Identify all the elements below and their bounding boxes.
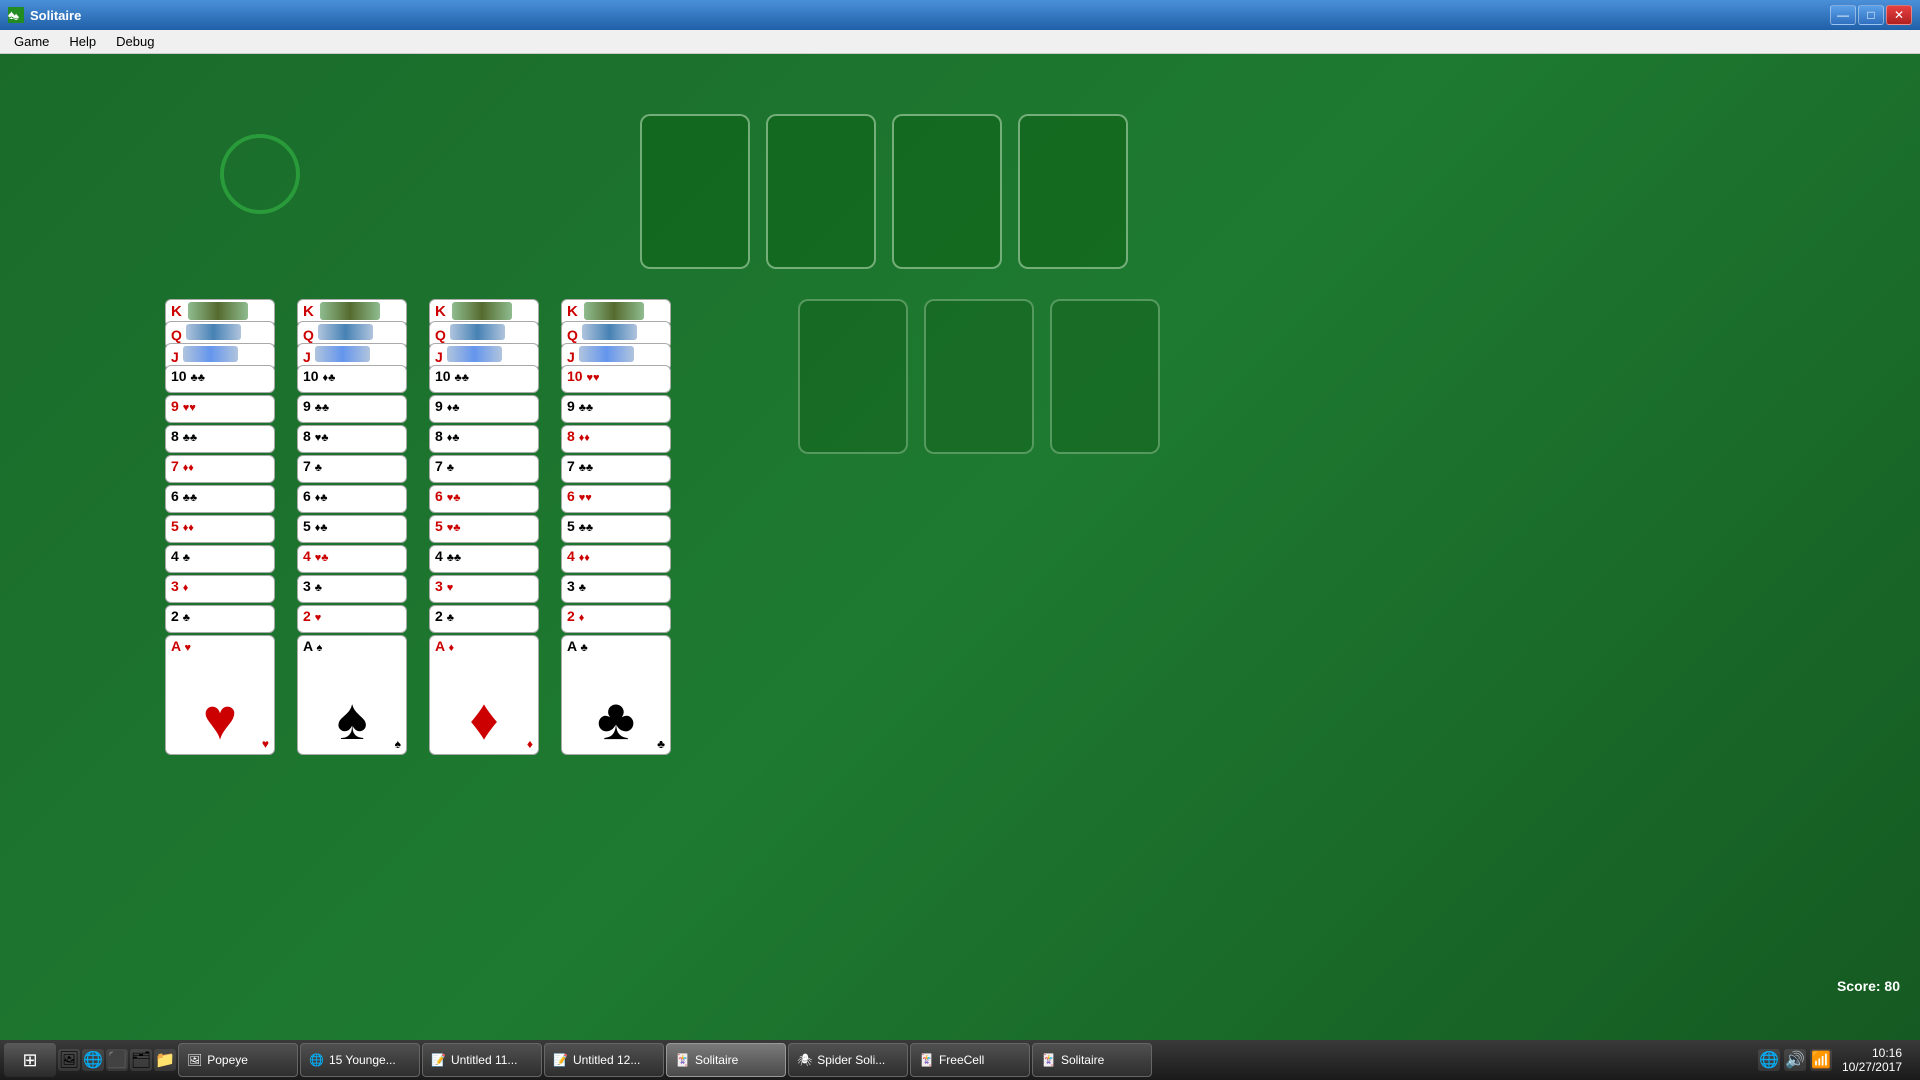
card[interactable]: 5 ♣♣ [561, 515, 671, 543]
tray-signal[interactable]: 📶 [1810, 1049, 1832, 1071]
foundation-slot-2[interactable] [766, 114, 876, 269]
card[interactable]: A ♦♦♦ [429, 635, 539, 755]
card-column-1: KQ J 10 ♣♣9 ♥♥8 ♣♣7 ♦♦6 ♣♣5 ♦♦4 ♣3 ♦2 ♣A… [165, 299, 275, 765]
card[interactable]: 2 ♣ [165, 605, 275, 633]
card[interactable]: A ♠♠♠ [297, 635, 407, 755]
card[interactable]: 6 ♦♣ [297, 485, 407, 513]
tray-sound[interactable]: 🔊 [1784, 1049, 1806, 1071]
foundation-area [640, 114, 1128, 269]
extra-slot-1[interactable] [798, 299, 908, 454]
clock-date: 10/27/2017 [1842, 1060, 1902, 1074]
card[interactable]: 9 ♥♥ [165, 395, 275, 423]
foundation-slot-1[interactable] [640, 114, 750, 269]
taskbar-label-popeye: Popeye [207, 1053, 248, 1067]
taskbar-program-solitaire[interactable]: 🃏Solitaire [666, 1043, 786, 1077]
card[interactable]: 3 ♣ [561, 575, 671, 603]
taskbar-program-popeye[interactable]: 🖼Popeye [178, 1043, 298, 1077]
start-button[interactable]: ⊞ [4, 1043, 56, 1077]
card[interactable]: 8 ♣♣ [165, 425, 275, 453]
menu-game[interactable]: Game [4, 32, 59, 51]
game-area: KQ J 10 ♣♣9 ♥♥8 ♣♣7 ♦♦6 ♣♣5 ♦♦4 ♣3 ♦2 ♣A… [0, 54, 1920, 1040]
taskbar-icon-ie[interactable]: 🌐 [82, 1049, 104, 1071]
taskbar-label-freecell: FreeCell [939, 1053, 984, 1067]
card[interactable]: A ♥♥♥ [165, 635, 275, 755]
window-title: Solitaire [30, 8, 81, 23]
taskbar-icon-explorer[interactable]: 🗂 [130, 1049, 152, 1071]
menu-debug[interactable]: Debug [106, 32, 164, 51]
card[interactable]: 10 ♥♥ [561, 365, 671, 393]
minimize-button[interactable]: — [1830, 5, 1856, 25]
card[interactable]: 9 ♣♣ [561, 395, 671, 423]
taskbar-label-untitled11: Untitled 11... [451, 1053, 517, 1067]
taskbar-program-untitled12[interactable]: 📝Untitled 12... [544, 1043, 664, 1077]
card[interactable]: 5 ♥♣ [429, 515, 539, 543]
taskbar-program-spider[interactable]: 🕷Spider Soli... [788, 1043, 908, 1077]
window-controls: — □ ✕ [1830, 5, 1912, 25]
card[interactable]: 8 ♦♦ [561, 425, 671, 453]
taskbar-program-ie[interactable]: 🌐15 Younge... [300, 1043, 420, 1077]
stock-pile[interactable] [220, 134, 300, 214]
system-tray: 🌐 🔊 📶 10:16 10/27/2017 [1758, 1046, 1916, 1074]
taskbar-label-untitled12: Untitled 12... [573, 1053, 640, 1067]
card[interactable]: 3 ♥ [429, 575, 539, 603]
extra-slots-area [798, 299, 1160, 454]
card[interactable]: 5 ♦♦ [165, 515, 275, 543]
menu-bar: Game Help Debug [0, 30, 1920, 54]
taskbar-icon-popeye[interactable]: 🖼 [58, 1049, 80, 1071]
taskbar-program-freecell[interactable]: 🃏FreeCell [910, 1043, 1030, 1077]
card[interactable]: 3 ♦ [165, 575, 275, 603]
menu-help[interactable]: Help [59, 32, 106, 51]
foundation-slot-3[interactable] [892, 114, 1002, 269]
extra-slot-3[interactable] [1050, 299, 1160, 454]
card[interactable]: 9 ♦♣ [429, 395, 539, 423]
card[interactable]: 5 ♦♣ [297, 515, 407, 543]
app-icon: ♠ [8, 7, 24, 23]
title-bar-left: ♠ Solitaire [8, 7, 81, 23]
taskbar-label-ie: 15 Younge... [329, 1053, 396, 1067]
card-column-2: KQ J 10 ♦♣9 ♣♣8 ♥♣7 ♣6 ♦♣5 ♦♣4 ♥♣3 ♣2 ♥A… [297, 299, 407, 765]
card[interactable]: A ♣♣♣ [561, 635, 671, 755]
card[interactable]: 8 ♥♣ [297, 425, 407, 453]
card[interactable]: 8 ♦♣ [429, 425, 539, 453]
taskbar-label-spider: Spider Soli... [817, 1053, 885, 1067]
card[interactable]: 6 ♣♣ [165, 485, 275, 513]
card[interactable]: 7 ♣♣ [561, 455, 671, 483]
card[interactable]: 6 ♥♥ [561, 485, 671, 513]
taskbar: ⊞ 🖼 🌐 ⬛ 🗂 📁 🖼Popeye 🌐15 Younge... 📝Untit… [0, 1040, 1920, 1080]
card[interactable]: 2 ♣ [429, 605, 539, 633]
clock-time: 10:16 [1842, 1046, 1902, 1060]
card[interactable]: 10 ♣♣ [165, 365, 275, 393]
taskbar-program-solitaire2[interactable]: 🃏Solitaire [1032, 1043, 1152, 1077]
close-button[interactable]: ✕ [1886, 5, 1912, 25]
card[interactable]: 2 ♥ [297, 605, 407, 633]
taskbar-label-solitaire2: Solitaire [1061, 1053, 1104, 1067]
title-bar: ♠ Solitaire — □ ✕ [0, 0, 1920, 30]
taskbar-label-solitaire: Solitaire [695, 1053, 738, 1067]
taskbar-icon-cmd[interactable]: ⬛ [106, 1049, 128, 1071]
extra-slot-2[interactable] [924, 299, 1034, 454]
card[interactable]: 10 ♦♣ [297, 365, 407, 393]
columns-area: KQ J 10 ♣♣9 ♥♥8 ♣♣7 ♦♦6 ♣♣5 ♦♦4 ♣3 ♦2 ♣A… [165, 299, 671, 765]
card-column-3: KQ J 10 ♣♣9 ♦♣8 ♦♣7 ♣6 ♥♣5 ♥♣4 ♣♣3 ♥2 ♣A… [429, 299, 539, 765]
card[interactable]: 4 ♥♣ [297, 545, 407, 573]
card[interactable]: 2 ♦ [561, 605, 671, 633]
card[interactable]: 10 ♣♣ [429, 365, 539, 393]
card[interactable]: 6 ♥♣ [429, 485, 539, 513]
taskbar-program-untitled11[interactable]: 📝Untitled 11... [422, 1043, 542, 1077]
card[interactable]: 7 ♦♦ [165, 455, 275, 483]
card[interactable]: 9 ♣♣ [297, 395, 407, 423]
clock[interactable]: 10:16 10/27/2017 [1836, 1046, 1908, 1074]
card[interactable]: 4 ♣ [165, 545, 275, 573]
card[interactable]: 7 ♣ [297, 455, 407, 483]
taskbar-icon-folder[interactable]: 📁 [154, 1049, 176, 1071]
card[interactable]: 7 ♣ [429, 455, 539, 483]
foundation-slot-4[interactable] [1018, 114, 1128, 269]
card-column-4: KQ J 10 ♥♥9 ♣♣8 ♦♦7 ♣♣6 ♥♥5 ♣♣4 ♦♦3 ♣2 ♦… [561, 299, 671, 765]
card[interactable]: 3 ♣ [297, 575, 407, 603]
card[interactable]: 4 ♣♣ [429, 545, 539, 573]
tray-network[interactable]: 🌐 [1758, 1049, 1780, 1071]
maximize-button[interactable]: □ [1858, 5, 1884, 25]
card[interactable]: 4 ♦♦ [561, 545, 671, 573]
score-display: Score: 80 [1837, 978, 1900, 994]
